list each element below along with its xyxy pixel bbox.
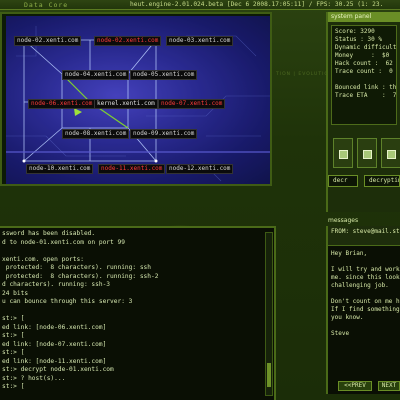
chip-icon (387, 150, 396, 159)
console-output: ssword has been disabled. d to node-01.x… (2, 230, 159, 390)
network-map[interactable]: node-02.xenti.com node-02.xenti.com node… (6, 16, 270, 184)
map-node-label[interactable]: node-05.xenti.com (130, 70, 198, 80)
map-node-label[interactable]: node-10.xenti.com (26, 164, 94, 174)
map-node-label[interactable]: node-11.xenti.com (98, 164, 166, 174)
map-node-label[interactable]: kernel.xenti.com (94, 99, 158, 109)
system-stats: Score: 3290 Status : 30 % Dynamic diffic… (331, 25, 397, 125)
map-node-label[interactable]: node-03.xenti.com (166, 36, 234, 46)
engine-version-text: heut.engine-2.01.024.beta [Dec 6 2008.17… (130, 1, 384, 8)
chip-icon (363, 150, 372, 159)
prev-message-button[interactable]: <<PREV (338, 381, 372, 391)
map-node-label[interactable]: node-09.xenti.com (130, 129, 198, 139)
watermark-text: TION | EVOLUTION (276, 72, 334, 77)
map-node-label[interactable]: node-07.xenti.com (158, 99, 226, 109)
decr-button[interactable]: decr (328, 175, 358, 187)
message-header: FROM: steve@mail.steve SUBJECT: (328, 226, 400, 246)
terminal-console[interactable]: ssword has been disabled. d to node-01.x… (0, 226, 276, 400)
messages-panel: FROM: steve@mail.steve SUBJECT: Hey Bria… (326, 226, 400, 394)
chip-icon (339, 150, 348, 159)
map-node-label[interactable]: node-12.xenti.com (166, 164, 234, 174)
tool-slot[interactable] (333, 138, 353, 168)
top-status-bar: Data Core heut.engine-2.01.024.beta [Dec… (0, 0, 400, 10)
tool-slot[interactable] (381, 138, 400, 168)
next-message-button[interactable]: NEXT (378, 381, 400, 391)
app-title: Data Core (24, 1, 69, 9)
map-node-label[interactable]: node-04.xenti.com (62, 70, 130, 80)
console-scroll-thumb[interactable] (267, 363, 271, 387)
console-scrollbar[interactable] (265, 232, 273, 396)
map-node-label[interactable]: node-06.xenti.com (28, 99, 96, 109)
message-body: Hey Brian, I will try and work me. since… (331, 250, 400, 337)
decrypting-button[interactable]: decrypting (364, 175, 400, 187)
tool-slot[interactable] (357, 138, 377, 168)
system-panel-title: system panel (328, 12, 400, 22)
messages-title: messages (328, 217, 359, 224)
map-node-label[interactable]: node-08.xenti.com (62, 129, 130, 139)
tool-slots (331, 138, 400, 172)
map-node-label[interactable]: node-02.xenti.com (94, 36, 162, 46)
map-node-label[interactable]: node-02.xenti.com (14, 36, 82, 46)
